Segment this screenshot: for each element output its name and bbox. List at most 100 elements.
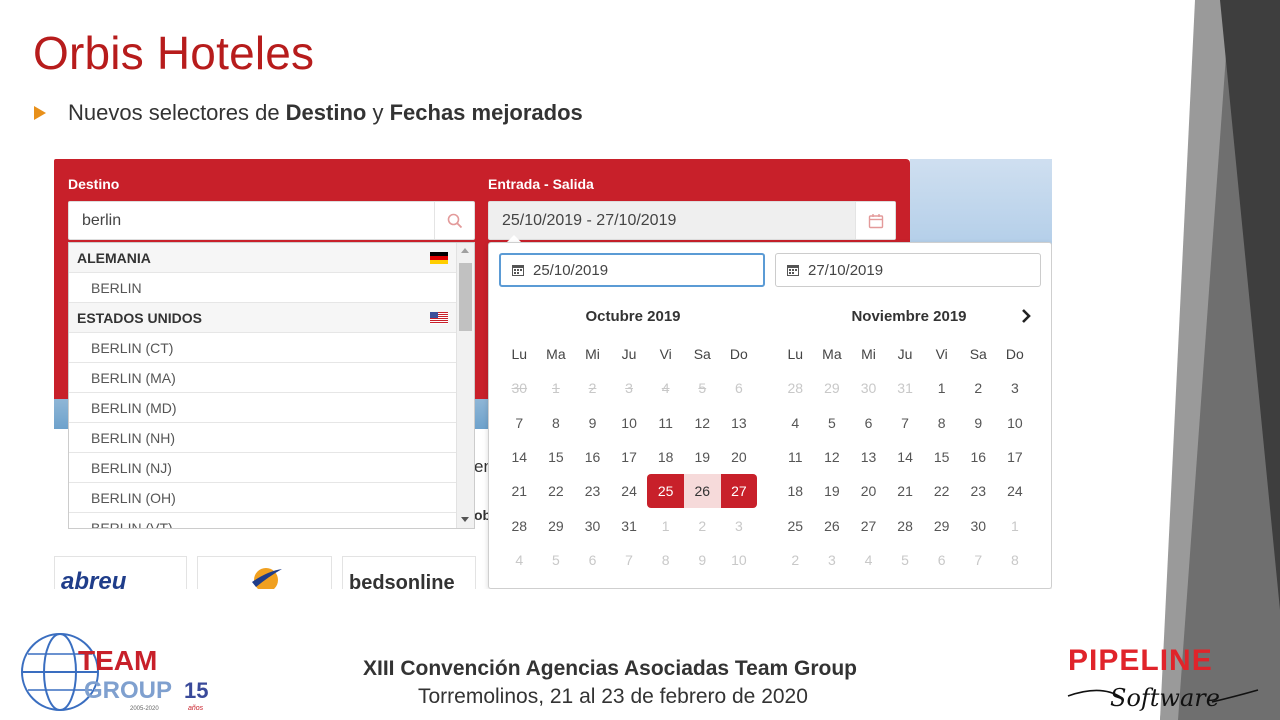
scroll-down-arrow-icon[interactable] [461,517,469,522]
calendar-day[interactable]: 25 [777,508,814,542]
calendar-day[interactable]: 29 [923,508,960,542]
calendar-day: 1 [661,517,670,534]
calendar-day[interactable]: 11 [647,406,684,440]
calendar-day[interactable]: 25 [647,474,684,509]
calendar-day[interactable]: 28 [501,508,538,542]
calendar-day[interactable]: 31 [611,508,648,542]
dropdown-city-option[interactable]: BERLIN (OH) [69,483,474,513]
calendar-day[interactable]: 22 [538,474,575,508]
next-month-chevron-icon[interactable] [1019,308,1033,324]
logo-abreu-text: abreu [61,568,127,589]
calendar-day[interactable]: 5 [814,406,851,440]
search-icon[interactable] [434,202,474,239]
calendar-day[interactable]: 28 [887,508,924,542]
calendar-day: 7 [974,551,983,568]
dropdown-city-option[interactable]: BERLIN (CT) [69,333,474,363]
calendar-day[interactable]: 21 [887,474,924,508]
app-screenshot: Destino berlin Entrada - Salida 25/10/20… [54,159,1052,589]
calendar-day[interactable]: 16 [574,440,611,474]
footer-subtitle: Torremolinos, 21 al 23 de febrero de 202… [418,685,808,708]
calendar-day[interactable]: 23 [960,474,997,508]
fechas-input[interactable]: 25/10/2019 - 27/10/2019 [488,201,896,240]
weekday-header: Sa [693,346,711,363]
calendar-day[interactable]: 19 [684,440,721,474]
calendar-day[interactable]: 8 [923,406,960,440]
calendar-day[interactable]: 23 [574,474,611,508]
calendar-day[interactable]: 30 [574,508,611,542]
calendar-day[interactable]: 6 [850,406,887,440]
dropdown-city-option[interactable]: BERLIN (NJ) [69,453,474,483]
calendar-day[interactable]: 7 [887,406,924,440]
calendar-day[interactable]: 20 [721,440,758,474]
calendar-day: 30 [860,380,877,397]
calendar-day[interactable]: 12 [684,406,721,440]
calendar-day[interactable]: 13 [721,406,758,440]
partner-logo-airline[interactable] [197,556,332,589]
calendar-day[interactable]: 26 [683,474,721,509]
dropdown-option-label: BERLIN (NH) [91,429,176,446]
destino-input[interactable]: berlin [68,201,475,240]
calendar-day[interactable]: 8 [538,406,575,440]
weekday-header: Mi [585,346,600,363]
calendar-day[interactable]: 26 [814,508,851,542]
calendar-day: 5 [698,380,707,397]
dropdown-scrollbar[interactable] [456,243,474,528]
calendar-day[interactable]: 17 [997,440,1034,474]
partner-logo-abreu[interactable]: abreu [54,556,187,589]
calendar-day[interactable]: 19 [814,474,851,508]
start-date-input[interactable]: 25/10/2019 [499,253,765,287]
scroll-up-arrow-icon[interactable] [461,248,469,253]
month-grid: Lu Ma Mi Ju Vi Sa Do 28 29 30 31 1 2 3 4 5 6 7 8 9 10 11 12 13 1… [777,337,1041,577]
calendar-day[interactable]: 14 [887,440,924,474]
calendar-day[interactable]: 4 [777,406,814,440]
dropdown-city-option[interactable]: BERLIN (NH) [69,423,474,453]
calendar-day[interactable]: 30 [960,508,997,542]
calendar-day[interactable]: 3 [997,371,1034,405]
calendar-day: 7 [625,551,633,568]
calendar-day[interactable]: 15 [538,440,575,474]
weekday-header: Mi [861,346,876,363]
calendar-day[interactable]: 18 [777,474,814,508]
calendar-day[interactable]: 24 [611,474,648,508]
calendar-day[interactable]: 17 [611,440,648,474]
end-date-input[interactable]: 27/10/2019 [775,253,1041,287]
decorative-side-shape [1160,0,1280,720]
calendar-day[interactable]: 10 [997,406,1034,440]
dropdown-city-option[interactable]: BERLIN [69,273,474,303]
calendar-day[interactable]: 18 [647,440,684,474]
pipeline-logo-text: PIPELINE [1068,644,1213,677]
calendar-day[interactable]: 13 [850,440,887,474]
calendar-day[interactable]: 15 [923,440,960,474]
calendar-day: 5 [551,551,560,568]
destino-results-dropdown[interactable]: ALEMANIA BERLIN ESTADOS UNIDOS BERLIN (CT) B… [68,242,475,529]
calendar-day[interactable]: 22 [923,474,960,508]
calendar-day[interactable]: 10 [611,406,648,440]
calendar-icon[interactable] [855,202,895,239]
calendar-day[interactable]: 16 [960,440,997,474]
calendar-day[interactable]: 20 [850,474,887,508]
partner-logo-bedsonline[interactable]: bedsonline [342,556,476,589]
calendar-day[interactable]: 21 [501,474,538,508]
dropdown-option-label: BERLIN (MA) [91,369,176,386]
month-title: Octubre 2019 [585,308,681,325]
calendar-day: 2 [588,380,597,397]
calendar-day[interactable]: 1 [923,371,960,405]
calendar-day[interactable]: 27 [720,474,758,509]
calendar-day[interactable]: 24 [997,474,1034,508]
calendar-day[interactable]: 9 [574,406,611,440]
team-logo-anos: años [188,705,204,712]
calendar-day[interactable]: 2 [960,371,997,405]
calendar-day[interactable]: 11 [777,440,814,474]
calendar-day[interactable]: 9 [960,406,997,440]
scrollbar-thumb[interactable] [459,263,472,331]
calendar-day[interactable]: 14 [501,440,538,474]
dropdown-city-option[interactable]: BERLIN (VT) [69,513,474,529]
calendar-day[interactable]: 7 [501,406,538,440]
calendar-day[interactable]: 29 [538,508,575,542]
bullet-text-prefix: Nuevos selectores de [68,100,286,125]
dropdown-option-label: BERLIN (NJ) [91,459,172,476]
calendar-day[interactable]: 27 [850,508,887,542]
dropdown-city-option[interactable]: BERLIN (MA) [69,363,474,393]
dropdown-city-option[interactable]: BERLIN (MD) [69,393,474,423]
calendar-day[interactable]: 12 [814,440,851,474]
